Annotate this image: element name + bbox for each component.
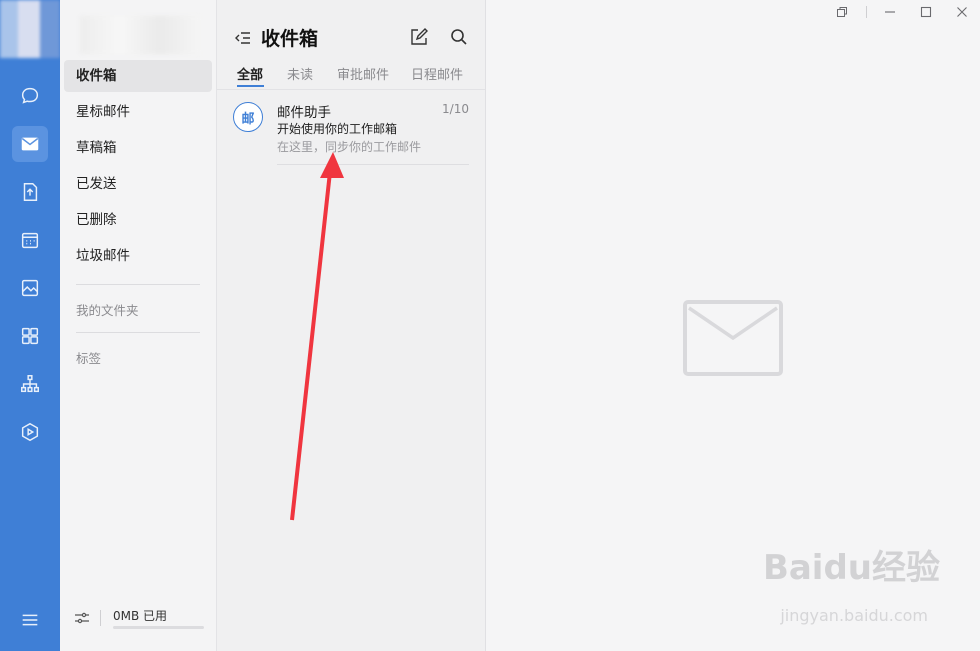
page-title: 收件箱 — [261, 28, 319, 50]
folder-spam[interactable]: 垃圾邮件 — [64, 240, 212, 272]
user-avatar[interactable] — [0, 0, 60, 58]
minimize-icon[interactable] — [882, 4, 898, 20]
folder-starred[interactable]: 星标邮件 — [64, 96, 212, 128]
my-folders-section[interactable]: 我的文件夹 — [76, 300, 139, 319]
image-icon[interactable] — [12, 270, 48, 306]
tab-approval[interactable]: 审批邮件 — [337, 64, 389, 83]
tab-unread[interactable]: 未读 — [287, 64, 313, 83]
apps-grid-icon[interactable] — [12, 318, 48, 354]
reading-pane: Baidu经验 jingyan.baidu.com — [486, 0, 980, 651]
watermark-url: jingyan.baidu.com — [780, 606, 928, 625]
app-rail — [0, 0, 60, 651]
collapse-sidebar-icon[interactable] — [235, 30, 251, 46]
tags-section[interactable]: 标签 — [76, 348, 101, 367]
empty-mail-envelope-icon — [683, 300, 783, 376]
divider — [76, 284, 200, 285]
mail-subject: 开始使用你的工作邮箱 — [277, 122, 398, 136]
org-chart-icon[interactable] — [12, 366, 48, 402]
storage-usage: 0MB 已用 — [74, 606, 210, 634]
calendar-icon[interactable] — [12, 222, 48, 258]
folder-sent[interactable]: 已发送 — [64, 168, 212, 200]
tab-calendar-mail[interactable]: 日程邮件 — [411, 64, 463, 83]
account-name-blurred — [80, 16, 200, 54]
settings-sliders-icon[interactable] — [74, 610, 90, 626]
mail-sender: 邮件助手 — [277, 105, 331, 121]
mail-preview: 在这里，同步你的工作邮件 — [277, 140, 422, 154]
close-icon[interactable] — [954, 4, 970, 20]
mail-count: 1/10 — [442, 102, 469, 116]
divider — [277, 164, 469, 165]
compose-icon[interactable] — [408, 26, 430, 48]
active-tab-indicator — [237, 85, 264, 87]
separator — [100, 610, 101, 626]
folder-inbox[interactable]: 收件箱 — [64, 60, 212, 92]
mail-icon[interactable] — [12, 126, 48, 162]
folder-deleted[interactable]: 已删除 — [64, 204, 212, 236]
maximize-icon[interactable] — [918, 4, 934, 20]
separator — [866, 6, 867, 18]
pin-window-icon[interactable] — [834, 4, 850, 20]
watermark-logo: Baidu经验 — [762, 548, 940, 588]
storage-text: 0MB 已用 — [113, 609, 168, 623]
divider — [217, 89, 485, 90]
search-icon[interactable] — [448, 26, 470, 48]
storage-bar — [113, 626, 204, 629]
list-item[interactable]: 邮 邮件助手 1/10 开始使用你的工作邮箱 在这里，同步你的工作邮件 — [217, 92, 485, 166]
tab-all[interactable]: 全部 — [237, 64, 263, 83]
cube-icon[interactable] — [12, 414, 48, 450]
folder-drafts[interactable]: 草稿箱 — [64, 132, 212, 164]
chat-bubble-icon[interactable] — [12, 78, 48, 114]
folder-panel: 收件箱 星标邮件 草稿箱 已发送 已删除 垃圾邮件 我的文件夹 标签 0MB 已… — [60, 0, 217, 651]
document-icon[interactable] — [12, 174, 48, 210]
sender-avatar: 邮 — [233, 102, 263, 132]
mail-list-panel: 收件箱 全部 未读 审批邮件 日程邮件 邮 邮件助手 1/10 开始使用你的工作… — [217, 0, 486, 651]
hamburger-menu-icon[interactable] — [12, 602, 48, 638]
divider — [76, 332, 200, 333]
